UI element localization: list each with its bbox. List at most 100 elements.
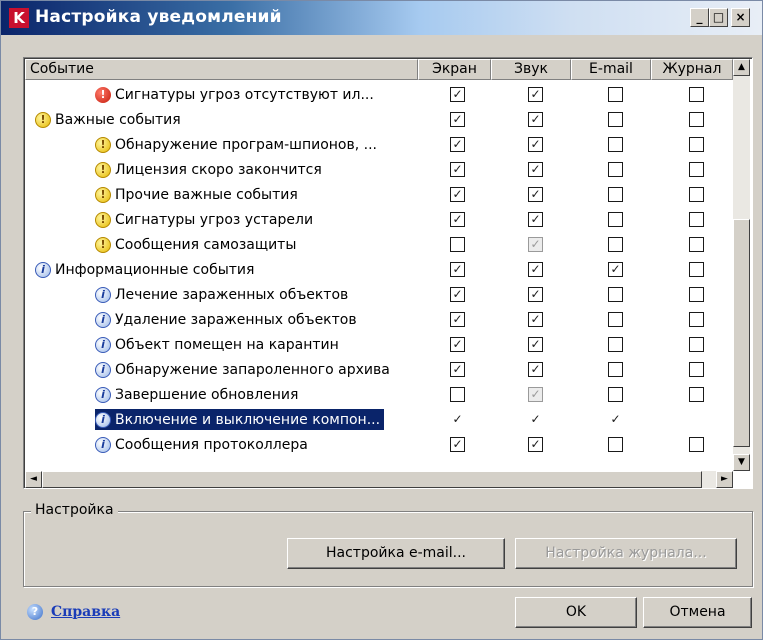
email-checkbox[interactable]: ✓	[608, 262, 623, 277]
table-row[interactable]: ! Важные события ✓ ✓	[25, 107, 733, 132]
screen-checkbox[interactable]: ✓	[450, 262, 465, 277]
row-label-cell[interactable]: ! Важные события	[35, 109, 185, 130]
table-row[interactable]: i Информационные события ✓ ✓ ✓	[25, 257, 733, 282]
horizontal-scrollbar[interactable]: ◄ ►	[25, 471, 733, 488]
email-checkbox[interactable]	[608, 362, 623, 377]
table-row[interactable]: i Удаление зараженных объектов ✓ ✓	[25, 307, 733, 332]
journal-checkbox[interactable]	[689, 212, 704, 227]
journal-checkbox[interactable]	[689, 187, 704, 202]
horizontal-scroll-thumb[interactable]	[42, 471, 702, 488]
sound-checkbox[interactable]: ✓	[528, 137, 543, 152]
cancel-button[interactable]: Отмена	[643, 597, 752, 628]
row-label-cell[interactable]: i Объект помещен на карантин	[95, 334, 343, 355]
journal-checkbox[interactable]	[689, 312, 704, 327]
minimize-button[interactable]: _	[690, 8, 709, 27]
column-header-event[interactable]: Событие	[25, 59, 418, 80]
column-header-sound[interactable]: Звук	[491, 59, 571, 80]
email-checkbox[interactable]	[608, 162, 623, 177]
row-label-cell[interactable]: i Обнаружение запароленного архива	[95, 359, 394, 380]
email-checkbox[interactable]	[608, 437, 623, 452]
email-checkbox[interactable]: ✓	[608, 412, 623, 427]
row-label-cell[interactable]: ! Лицензия скоро закончится	[95, 159, 326, 180]
email-checkbox[interactable]	[608, 87, 623, 102]
journal-checkbox[interactable]	[689, 337, 704, 352]
screen-checkbox[interactable]: ✓	[450, 112, 465, 127]
journal-settings-button[interactable]: Настройка журнала...	[515, 538, 737, 569]
scroll-right-button[interactable]: ►	[716, 471, 733, 488]
sound-checkbox[interactable]: ✓	[528, 187, 543, 202]
sound-checkbox[interactable]: ✓	[528, 262, 543, 277]
row-label-cell[interactable]: i Сообщения протоколлера	[95, 434, 312, 455]
help-link[interactable]: Справка	[51, 604, 120, 620]
journal-checkbox[interactable]	[689, 262, 704, 277]
row-label-cell[interactable]: i Информационные события	[35, 259, 258, 280]
screen-checkbox[interactable]: ✓	[450, 162, 465, 177]
row-label-cell[interactable]: ! Сигнатуры угроз устарели	[95, 209, 317, 230]
sound-checkbox[interactable]: ✓	[528, 337, 543, 352]
email-checkbox[interactable]	[608, 187, 623, 202]
row-label-cell[interactable]: ! Обнаружение програм-шпионов, ...	[95, 134, 381, 155]
sound-checkbox[interactable]: ✓	[528, 362, 543, 377]
sound-checkbox[interactable]: ✓	[528, 112, 543, 127]
sound-checkbox[interactable]: ✓	[528, 237, 543, 252]
journal-checkbox[interactable]	[689, 112, 704, 127]
screen-checkbox[interactable]: ✓	[450, 212, 465, 227]
table-row[interactable]: i Обнаружение запароленного архива ✓ ✓	[25, 357, 733, 382]
journal-checkbox[interactable]	[689, 237, 704, 252]
screen-checkbox[interactable]: ✓	[450, 337, 465, 352]
maximize-button[interactable]: □	[709, 8, 728, 27]
row-label-cell[interactable]: i Лечение зараженных объектов	[95, 284, 352, 305]
table-row[interactable]: ! Сообщения самозащиты ✓	[25, 232, 733, 257]
vertical-scrollbar[interactable]: ▲ ▼	[733, 59, 750, 471]
email-checkbox[interactable]	[608, 237, 623, 252]
vertical-scroll-thumb[interactable]	[733, 219, 750, 447]
screen-checkbox[interactable]: ✓	[450, 87, 465, 102]
table-row[interactable]: ! Сигнатуры угроз устарели ✓ ✓	[25, 207, 733, 232]
table-row[interactable]: ! Лицензия скоро закончится ✓ ✓	[25, 157, 733, 182]
events-list[interactable]: Событие Экран Звук E-mail Журнал ! Сигнат…	[23, 57, 753, 489]
table-row[interactable]: i Объект помещен на карантин ✓ ✓	[25, 332, 733, 357]
journal-checkbox[interactable]	[689, 387, 704, 402]
journal-checkbox[interactable]	[689, 87, 704, 102]
row-label-cell[interactable]: i Завершение обновления	[95, 384, 302, 405]
sound-checkbox[interactable]: ✓	[528, 387, 543, 402]
email-checkbox[interactable]	[608, 112, 623, 127]
journal-checkbox[interactable]	[689, 412, 704, 427]
sound-checkbox[interactable]: ✓	[528, 162, 543, 177]
sound-checkbox[interactable]: ✓	[528, 87, 543, 102]
journal-checkbox[interactable]	[689, 162, 704, 177]
scroll-up-button[interactable]: ▲	[733, 59, 750, 76]
close-button[interactable]: ×	[731, 8, 750, 27]
table-row[interactable]: i Сообщения протоколлера ✓ ✓	[25, 432, 733, 457]
sound-checkbox[interactable]: ✓	[528, 287, 543, 302]
column-header-email[interactable]: E-mail	[571, 59, 651, 80]
email-checkbox[interactable]	[608, 387, 623, 402]
email-checkbox[interactable]	[608, 212, 623, 227]
journal-checkbox[interactable]	[689, 362, 704, 377]
scroll-left-button[interactable]: ◄	[25, 471, 42, 488]
screen-checkbox[interactable]: ✓	[450, 412, 465, 427]
sound-checkbox[interactable]: ✓	[528, 412, 543, 427]
screen-checkbox[interactable]: ✓	[450, 187, 465, 202]
email-checkbox[interactable]	[608, 137, 623, 152]
row-label-cell[interactable]: i Включение и выключение компон...	[95, 409, 385, 430]
journal-checkbox[interactable]	[689, 137, 704, 152]
screen-checkbox[interactable]	[450, 387, 465, 402]
row-label-cell[interactable]: ! Сигнатуры угроз отсутствуют ил...	[95, 84, 378, 105]
screen-checkbox[interactable]: ✓	[450, 312, 465, 327]
sound-checkbox[interactable]: ✓	[528, 312, 543, 327]
screen-checkbox[interactable]: ✓	[450, 137, 465, 152]
row-label-cell[interactable]: ! Прочие важные события	[95, 184, 302, 205]
email-checkbox[interactable]	[608, 312, 623, 327]
screen-checkbox[interactable]	[450, 237, 465, 252]
column-header-screen[interactable]: Экран	[418, 59, 491, 80]
journal-checkbox[interactable]	[689, 437, 704, 452]
screen-checkbox[interactable]: ✓	[450, 287, 465, 302]
table-row[interactable]: i Включение и выключение компон... ✓ ✓ ✓	[25, 407, 733, 432]
email-settings-button[interactable]: Настройка e-mail...	[287, 538, 505, 569]
ok-button[interactable]: OK	[515, 597, 637, 628]
sound-checkbox[interactable]: ✓	[528, 212, 543, 227]
journal-checkbox[interactable]	[689, 287, 704, 302]
table-row[interactable]: i Завершение обновления ✓	[25, 382, 733, 407]
email-checkbox[interactable]	[608, 287, 623, 302]
